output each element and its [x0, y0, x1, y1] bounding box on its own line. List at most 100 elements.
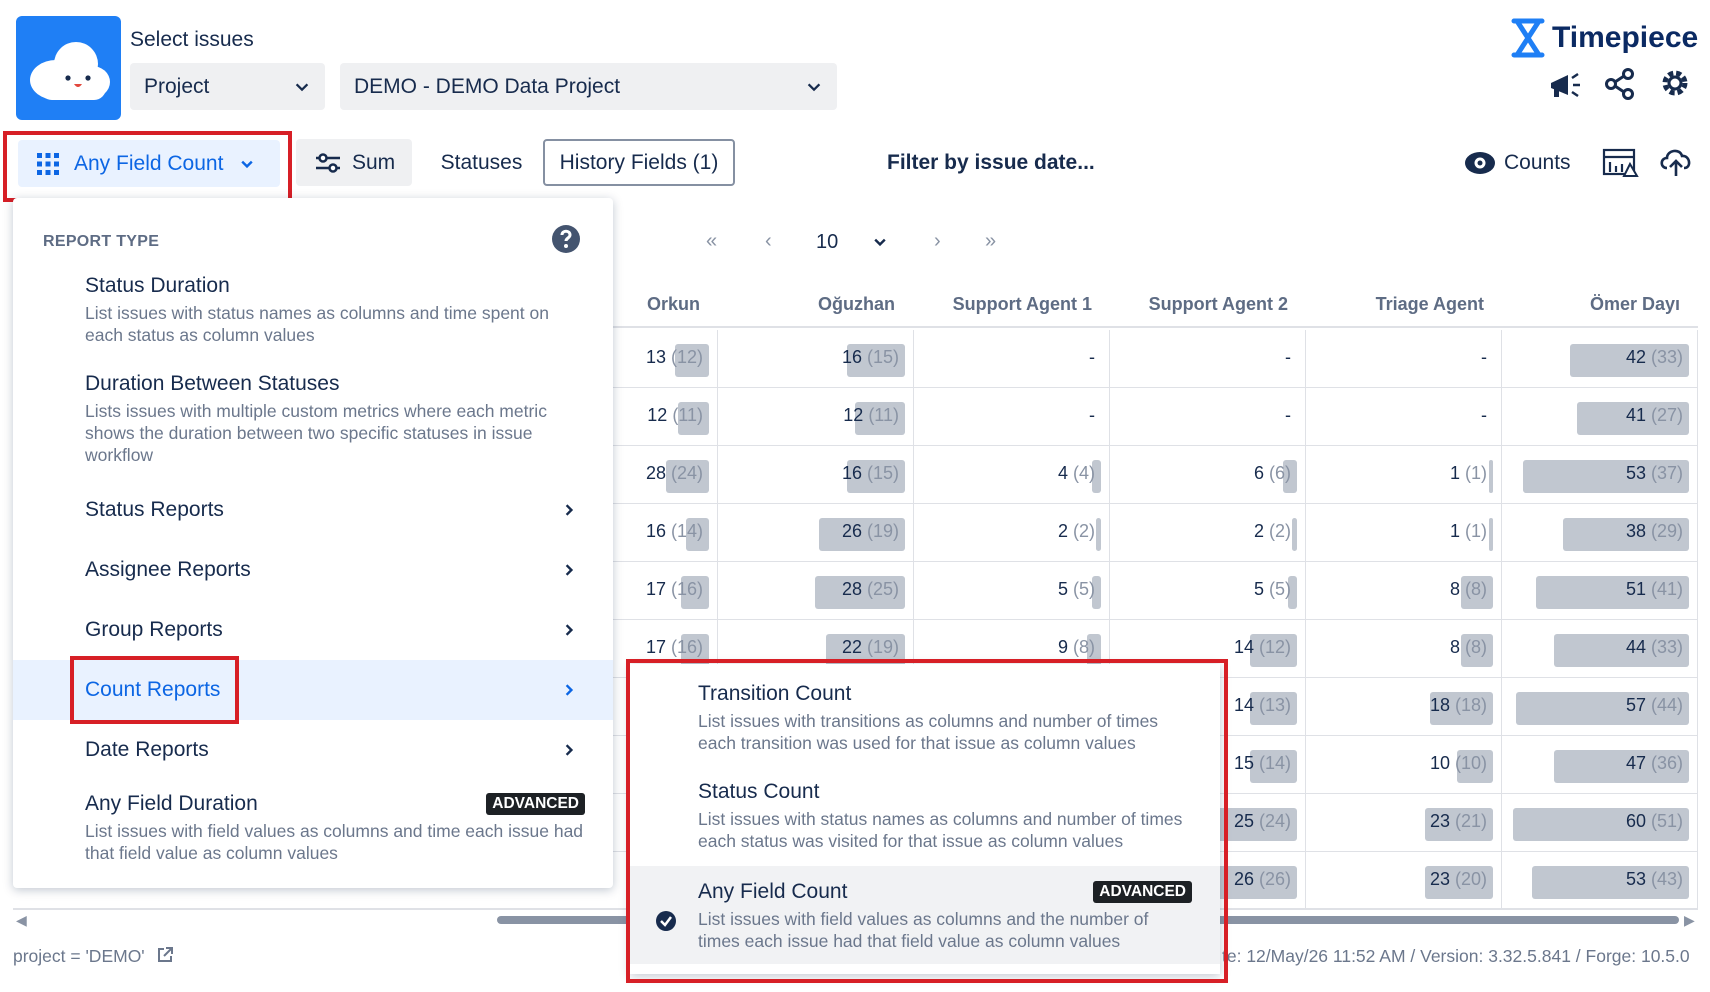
highlight-report-type — [3, 131, 292, 202]
column-header[interactable]: Support Agent 2 — [1149, 294, 1288, 315]
gear-icon[interactable] — [1658, 66, 1692, 100]
menu-item-group-reports[interactable]: Group Reports — [13, 600, 613, 660]
table-cell: 42 (33) — [1502, 330, 1698, 388]
cell-value: 1 (1) — [1449, 521, 1487, 541]
eye-icon — [1465, 151, 1495, 174]
statuses-label: Statuses — [440, 150, 523, 174]
highlight-count-submenu — [626, 659, 1228, 983]
share-icon[interactable] — [1604, 68, 1636, 100]
chevron-down-icon[interactable] — [872, 234, 888, 250]
table-cell: 44 (33) — [1502, 620, 1698, 678]
scroll-left-icon[interactable]: ◀ — [16, 912, 27, 929]
cell-value: 53 (37) — [1625, 463, 1683, 483]
menu-item-assignee-reports[interactable]: Assignee Reports — [13, 540, 613, 600]
first-page-button[interactable]: « — [706, 230, 717, 253]
cell-value: 2 (2) — [1057, 521, 1095, 541]
external-link-icon — [157, 947, 173, 962]
cell-value: 28 (24) — [645, 463, 703, 483]
cell-value: 23 (21) — [1429, 811, 1487, 831]
table-cell: 28 (25) — [718, 562, 914, 620]
cloud-upload-icon[interactable] — [1658, 146, 1694, 178]
table-cell: 13 (12) — [613, 330, 718, 388]
cell-value: 51 (41) — [1625, 579, 1683, 599]
menu-item-title: Assignee Reports — [85, 558, 251, 581]
statuses-button[interactable]: Statuses — [424, 139, 539, 186]
table-cell: 23 (20) — [1306, 852, 1502, 910]
table-cell: 26 (19) — [718, 504, 914, 562]
last-page-button[interactable]: » — [985, 230, 996, 253]
chevron-right-icon — [565, 564, 574, 576]
table-cell: 6 (6) — [1110, 446, 1306, 504]
scope-select[interactable]: Project — [130, 63, 325, 110]
table-cell: 1 (1) — [1306, 504, 1502, 562]
value-bar — [1096, 518, 1101, 551]
cell-value: 8 (8) — [1449, 579, 1487, 599]
table-cell: 8 (8) — [1306, 562, 1502, 620]
sliders-icon — [316, 152, 340, 173]
app-logo — [16, 16, 121, 120]
value-bar — [1489, 460, 1493, 493]
sum-button[interactable]: Sum — [296, 139, 412, 186]
table-cell: 12 (11) — [718, 388, 914, 446]
history-fields-label: History Fields (1) — [559, 150, 719, 174]
cell-value: 18 (18) — [1429, 695, 1487, 715]
counts-toggle[interactable]: Counts — [1464, 139, 1571, 186]
help-icon[interactable] — [551, 224, 581, 254]
table-cell: 51 (41) — [1502, 562, 1698, 620]
jql-link[interactable]: project = 'DEMO' — [13, 946, 174, 967]
report-type-heading: REPORT TYPE — [43, 233, 160, 250]
scroll-right-icon[interactable]: ▶ — [1684, 912, 1695, 929]
cell-value: - — [1089, 347, 1095, 367]
table-cell: - — [1110, 330, 1306, 388]
brand-name: Timepiece — [1552, 21, 1699, 54]
table-cell: 5 (5) — [1110, 562, 1306, 620]
cell-value: 53 (43) — [1625, 869, 1683, 889]
column-header[interactable]: Ömer Dayı — [1590, 294, 1680, 315]
table-cell: 16 (15) — [718, 446, 914, 504]
filter-date-button[interactable]: Filter by issue date... — [887, 139, 1095, 186]
cell-value: 16 (14) — [645, 521, 703, 541]
cell-value: 47 (36) — [1625, 753, 1683, 773]
column-header[interactable]: Orkun — [647, 294, 700, 315]
chevron-down-icon — [295, 83, 309, 91]
advanced-badge: ADVANCED — [486, 793, 585, 815]
column-header[interactable]: Oğuzhan — [818, 294, 895, 315]
cell-value: 1 (1) — [1449, 463, 1487, 483]
cell-value: - — [1285, 347, 1291, 367]
value-bar — [1292, 518, 1297, 551]
cell-value: 6 (6) — [1253, 463, 1291, 483]
prev-page-button[interactable]: ‹ — [765, 230, 772, 253]
table-cell: - — [1306, 388, 1502, 446]
table-cell: 10 (10) — [1306, 736, 1502, 794]
chart-config-icon[interactable] — [1602, 148, 1640, 178]
cell-value: 9 (8) — [1057, 637, 1095, 657]
table-cell: - — [914, 388, 1110, 446]
project-select[interactable]: DEMO - DEMO Data Project — [340, 63, 837, 110]
menu-item-status-reports[interactable]: Status Reports — [13, 480, 613, 540]
menu-item-desc: List issues with field values as columns… — [85, 821, 584, 863]
cell-value: 13 (12) — [645, 347, 703, 367]
cell-value: 16 (15) — [841, 463, 899, 483]
select-issues-label: Select issues — [130, 28, 254, 51]
cell-value: 17 (16) — [645, 637, 703, 657]
menu-item-date-reports[interactable]: Date Reports — [13, 720, 613, 780]
cell-value: 26 (19) — [841, 521, 899, 541]
menu-item-status-duration[interactable]: Status Duration List issues with status … — [85, 274, 585, 346]
cell-value: 26 (26) — [1233, 869, 1291, 889]
history-fields-button[interactable]: History Fields (1) — [543, 139, 735, 186]
header-divider — [613, 326, 1698, 328]
hourglass-icon — [1511, 18, 1545, 58]
next-page-button[interactable]: › — [934, 230, 941, 253]
page-size-select[interactable]: 10 — [816, 231, 838, 254]
column-header[interactable]: Support Agent 1 — [953, 294, 1092, 315]
cell-value: 10 (10) — [1429, 753, 1487, 773]
menu-item-duration-between-statuses[interactable]: Duration Between Statuses Lists issues w… — [85, 372, 585, 466]
menu-item-any-field-duration[interactable]: Any Field Duration ADVANCED List issues … — [85, 792, 585, 864]
chevron-right-icon — [565, 624, 574, 636]
table-cell: 17 (16) — [613, 562, 718, 620]
column-header[interactable]: Triage Agent — [1376, 294, 1484, 315]
megaphone-icon[interactable] — [1548, 70, 1582, 102]
counts-label: Counts — [1504, 150, 1571, 174]
table-cell: - — [1110, 388, 1306, 446]
cell-value: 23 (20) — [1429, 869, 1487, 889]
